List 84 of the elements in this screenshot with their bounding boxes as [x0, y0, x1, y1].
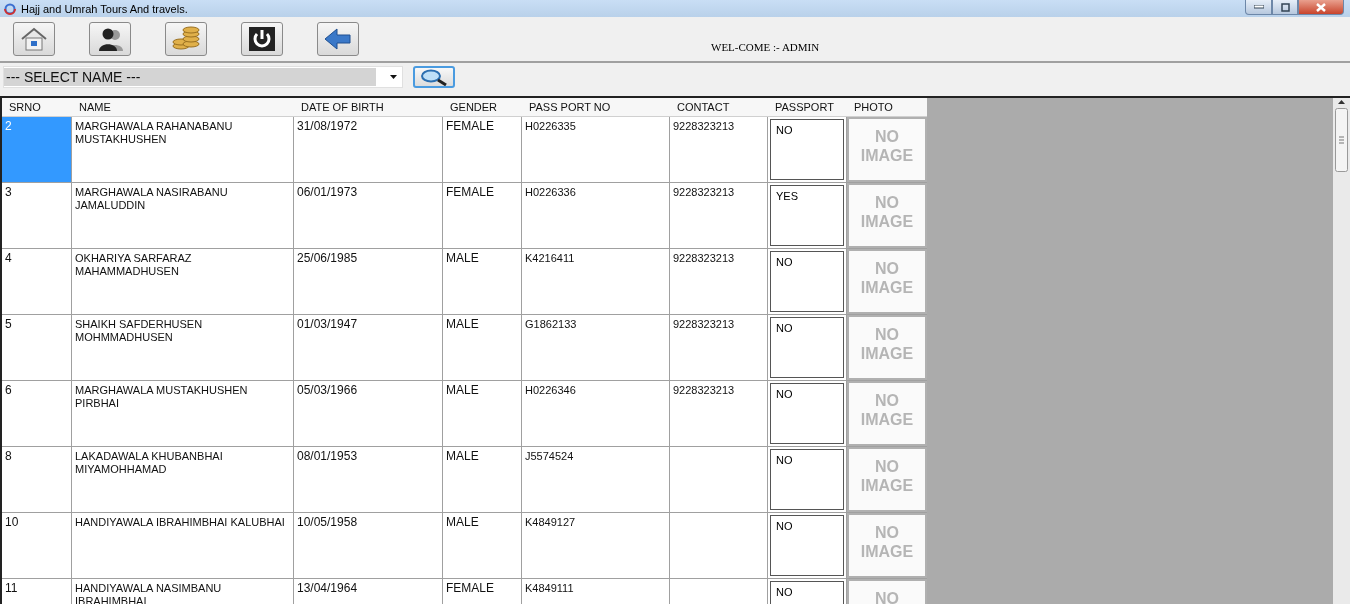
home-button[interactable]	[13, 22, 55, 56]
scroll-thumb-icon	[1335, 108, 1348, 172]
table-cell: LAKADAWALA KHUBANBHAI MIYAMOHHAMAD	[72, 447, 294, 512]
table-cell: K4216411	[522, 249, 670, 314]
passport-field[interactable]: NO	[770, 515, 844, 576]
table-cell: 05/03/1966	[294, 381, 443, 446]
home-icon	[19, 26, 49, 52]
table-cell[interactable]: 4	[2, 249, 72, 314]
column-header: DATE OF BIRTH	[300, 100, 385, 115]
close-button[interactable]	[1298, 0, 1344, 15]
vertical-scrollbar[interactable]	[1333, 98, 1350, 604]
column-header: PASS PORT NO	[528, 100, 612, 115]
users-button[interactable]	[89, 22, 131, 56]
table-cell: 01/03/1947	[294, 315, 443, 380]
table-cell: G1862133	[522, 315, 670, 380]
name-dropdown[interactable]: --- SELECT NAME ---	[3, 66, 403, 88]
passport-field[interactable]: NO	[770, 251, 844, 312]
table-cell: MARGHAWALA RAHANABANU MUSTAKHUSHEN	[72, 117, 294, 182]
table-cell: MALE	[443, 447, 522, 512]
passport-field[interactable]: NO	[770, 119, 844, 180]
table-cell: MALE	[443, 315, 522, 380]
table-cell: FEMALE	[443, 117, 522, 182]
table-cell[interactable]: 8	[2, 447, 72, 512]
table-cell: OKHARIYA SARFARAZ MAHAMMADHUSEN	[72, 249, 294, 314]
search-icon	[419, 68, 449, 86]
power-icon	[247, 26, 277, 52]
scroll-up-icon	[1338, 100, 1345, 104]
close-icon	[1316, 2, 1326, 12]
table-cell: 06/01/1973	[294, 183, 443, 248]
table-cell[interactable]: 11	[2, 579, 72, 604]
column-header: PASSPORT	[774, 100, 835, 115]
table-cell: K4849111	[522, 579, 670, 604]
table-cell: HANDIYAWALA IBRAHIMBHAI KALUBHAI	[72, 513, 294, 578]
table-cell[interactable]: 3	[2, 183, 72, 248]
table-cell: 9228323213	[670, 117, 768, 182]
app-logo-icon	[4, 2, 16, 15]
table-cell: 10/05/1958	[294, 513, 443, 578]
table-cell[interactable]: 5	[2, 315, 72, 380]
passport-field[interactable]: NO	[770, 581, 844, 604]
window-title: Hajj and Umrah Tours And travels.	[21, 2, 189, 15]
table-cell: MALE	[443, 513, 522, 578]
minimize-icon	[1253, 5, 1264, 9]
column-header: CONTACT	[676, 100, 731, 115]
table-cell: J5574524	[522, 447, 670, 512]
search-button[interactable]	[413, 66, 455, 88]
table-cell: K4849127	[522, 513, 670, 578]
table-cell: H0226335	[522, 117, 670, 182]
table-cell: 31/08/1972	[294, 117, 443, 182]
column-header: PHOTO	[853, 100, 894, 115]
table-cell: MARGHAWALA MUSTAKHUSHEN PIRBHAI	[72, 381, 294, 446]
table-cell: MALE	[443, 381, 522, 446]
table-cell: 08/01/1953	[294, 447, 443, 512]
minimize-button[interactable]	[1245, 0, 1272, 15]
table-cell[interactable]: 6	[2, 381, 72, 446]
table-cell: MARGHAWALA NASIRABANU JAMALUDDIN	[72, 183, 294, 248]
table-cell: 13/04/1964	[294, 579, 443, 604]
passport-field[interactable]: NO	[770, 383, 844, 444]
column-header: GENDER	[449, 100, 499, 115]
maximize-button[interactable]	[1272, 0, 1298, 15]
column-header: NAME	[78, 100, 112, 115]
welcome-text: WEL-COME :- ADMIN	[711, 41, 820, 53]
left-arrow-icon	[323, 26, 353, 52]
power-button[interactable]	[241, 22, 283, 56]
passport-field[interactable]: NO	[770, 449, 844, 510]
table-cell: 9228323213	[670, 381, 768, 446]
table-cell: MALE	[443, 249, 522, 314]
back-button[interactable]	[317, 22, 359, 56]
column-header: SRNO	[8, 100, 42, 115]
dropdown-caret-icon	[390, 75, 397, 79]
table-cell: 9228323213	[670, 315, 768, 380]
passport-field[interactable]: YES	[770, 185, 844, 246]
table-cell: 25/06/1985	[294, 249, 443, 314]
table-cell: FEMALE	[443, 579, 522, 604]
table-cell: SHAIKH SAFDERHUSEN MOHMMADHUSEN	[72, 315, 294, 380]
table-cell: 9228323213	[670, 183, 768, 248]
table-cell: FEMALE	[443, 183, 522, 248]
table-cell: H0226336	[522, 183, 670, 248]
coins-icon	[171, 26, 201, 52]
coins-button[interactable]	[165, 22, 207, 56]
table-cell[interactable]: 10	[2, 513, 72, 578]
passport-field[interactable]: NO	[770, 317, 844, 378]
table-cell: H0226346	[522, 381, 670, 446]
restore-icon	[1280, 2, 1290, 12]
table-cell: 9228323213	[670, 249, 768, 314]
